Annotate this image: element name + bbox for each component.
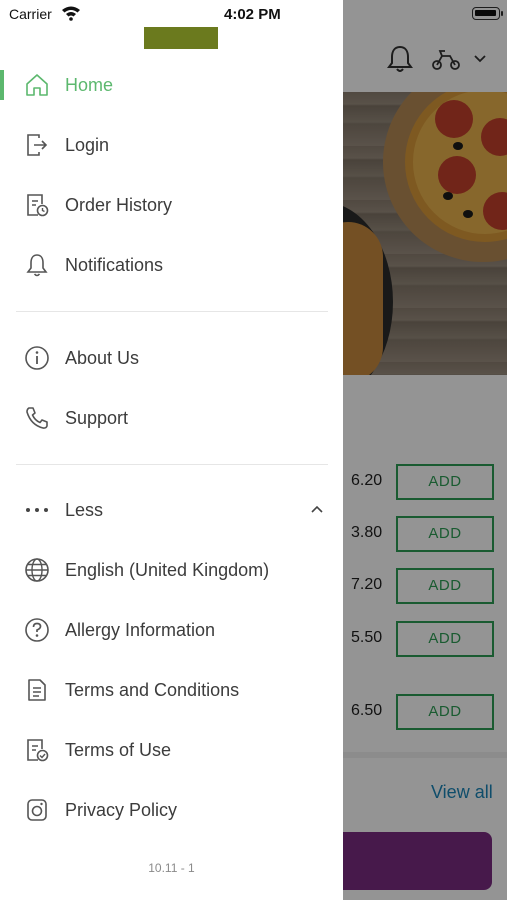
app-version: 10.11 - 1: [148, 861, 195, 875]
drawer-item-about-us[interactable]: About Us: [0, 331, 343, 387]
drawer-item-label: Less: [65, 500, 104, 520]
info-icon: [24, 345, 50, 371]
drawer-item-label: English (United Kingdom): [65, 560, 270, 580]
drawer-item-allergy-information[interactable]: Allergy Information: [0, 603, 343, 659]
drawer-item-label: Terms of Use: [65, 740, 172, 760]
clock: 4:02 PM: [224, 6, 281, 23]
chevron-up-icon: [309, 502, 325, 516]
drawer-item-label: Terms and Conditions: [65, 680, 240, 700]
document-check-icon: [24, 737, 50, 763]
drawer-item-support[interactable]: Support: [0, 391, 343, 447]
drawer-item-less[interactable]: Less: [0, 483, 343, 539]
drawer-item-label: Login: [65, 135, 110, 155]
drawer-item-terms-of-use[interactable]: Terms of Use: [0, 723, 343, 779]
globe-icon: [24, 557, 50, 583]
status-bar: Carrier 4:02 PM: [0, 0, 343, 28]
drawer-item-label: Order History: [65, 195, 173, 215]
phone-icon: [24, 405, 50, 431]
login-icon: [24, 132, 50, 158]
drawer-item-label: Home: [65, 75, 114, 95]
home-icon: [24, 72, 50, 98]
drawer-item-label: Support: [65, 408, 129, 428]
receipt-clock-icon: [24, 192, 50, 218]
brand-logo: [144, 27, 218, 49]
question-icon: [24, 617, 50, 643]
side-drawer: Carrier 4:02 PM Home Login Order History…: [0, 0, 343, 900]
drawer-item-language[interactable]: English (United Kingdom): [0, 543, 343, 599]
carrier-label: Carrier: [9, 6, 52, 22]
drawer-item-login[interactable]: Login: [0, 118, 343, 174]
dim-overlay[interactable]: [343, 0, 507, 900]
bell-icon: [24, 252, 50, 278]
divider: [16, 311, 328, 312]
drawer-item-label: About Us: [65, 348, 140, 368]
drawer-item-terms-and-conditions[interactable]: Terms and Conditions: [0, 663, 343, 719]
privacy-icon: [24, 797, 50, 823]
drawer-item-home[interactable]: Home: [0, 58, 343, 114]
drawer-item-label: Notifications: [65, 255, 164, 275]
drawer-item-privacy-policy[interactable]: Privacy Policy: [0, 783, 343, 839]
divider: [16, 464, 328, 465]
drawer-item-order-history[interactable]: Order History: [0, 178, 343, 234]
more-dots-icon: [24, 497, 50, 523]
drawer-item-notifications[interactable]: Notifications: [0, 238, 343, 294]
document-icon: [24, 677, 50, 703]
wifi-icon: [61, 5, 81, 21]
drawer-item-label: Privacy Policy: [65, 800, 178, 820]
drawer-item-label: Allergy Information: [65, 620, 216, 640]
